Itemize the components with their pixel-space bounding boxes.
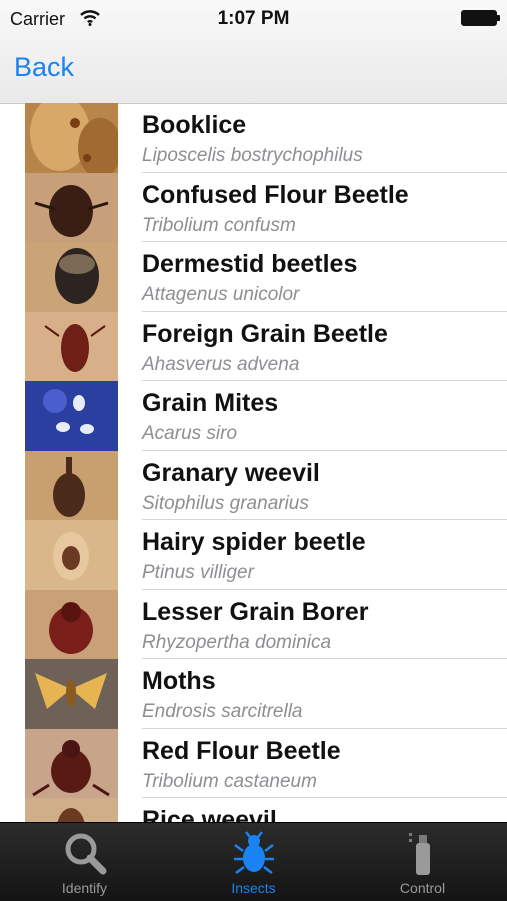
bug-icon bbox=[233, 831, 274, 874]
insect-thumbnail bbox=[25, 103, 118, 173]
spray-can-icon bbox=[408, 833, 430, 875]
list-item[interactable]: Granary weevil Sitophilus granarius bbox=[0, 450, 507, 520]
insect-latin-name: Tribolium castaneum bbox=[142, 770, 317, 792]
insect-name: Red Flour Beetle bbox=[142, 736, 341, 765]
tab-control[interactable]: Control bbox=[338, 823, 507, 901]
navigation-bar: Carrier 1:07 PM Back bbox=[0, 0, 507, 104]
insect-name: Booklice bbox=[142, 111, 247, 139]
insect-name: Granary weevil bbox=[142, 458, 320, 487]
list-item[interactable]: Hairy spider beetle Ptinus villiger bbox=[0, 520, 507, 590]
insect-thumbnail bbox=[25, 311, 118, 381]
insect-latin-name: Tribolium confusm bbox=[142, 214, 296, 236]
tab-insects[interactable]: Insects bbox=[169, 823, 338, 901]
battery-icon bbox=[461, 10, 500, 26]
list-item[interactable]: Confused Flour Beetle Tribolium confusm bbox=[0, 172, 507, 242]
list-item[interactable]: Booklice Liposcelis bostrychophilus bbox=[0, 103, 507, 173]
list-item[interactable]: Rice weevil bbox=[0, 798, 507, 822]
list-item[interactable]: Foreign Grain Beetle Ahasverus advena bbox=[0, 311, 507, 381]
insect-latin-name: Acarus siro bbox=[142, 423, 238, 444]
insect-name: Confused Flour Beetle bbox=[142, 180, 409, 209]
insect-thumbnail bbox=[25, 450, 118, 520]
tab-bar: Identify Insects Control bbox=[0, 822, 507, 901]
insect-thumbnail bbox=[25, 520, 118, 590]
status-bar: Carrier 1:07 PM bbox=[0, 0, 507, 36]
insect-name: Dermestid beetles bbox=[142, 250, 358, 278]
insect-latin-name: Ptinus villiger bbox=[142, 562, 254, 583]
insect-name: Rice weevil bbox=[142, 806, 277, 822]
back-button[interactable]: Back bbox=[14, 52, 74, 83]
insect-name: Hairy spider beetle bbox=[142, 528, 366, 556]
tab-identify[interactable]: Identify bbox=[0, 823, 169, 901]
insect-thumbnail bbox=[25, 172, 118, 242]
status-time: 1:07 PM bbox=[217, 8, 290, 29]
insect-thumbnail bbox=[25, 381, 118, 451]
list-item[interactable]: Red Flour Beetle Tribolium castaneum bbox=[0, 728, 507, 798]
insect-latin-name: Liposcelis bostrychophilus bbox=[142, 145, 363, 166]
insect-name: Grain Mites bbox=[142, 389, 279, 417]
insect-latin-name: Sitophilus granarius bbox=[142, 492, 309, 514]
tab-label: Control bbox=[399, 880, 446, 896]
insect-latin-name: Rhyzopertha dominica bbox=[142, 631, 332, 653]
insect-name: Foreign Grain Beetle bbox=[142, 319, 388, 348]
insect-latin-name: Endrosis sarcitrella bbox=[142, 701, 303, 722]
insect-name: Moths bbox=[142, 667, 216, 695]
list-item[interactable]: Grain Mites Acarus siro bbox=[0, 381, 507, 451]
insect-latin-name: Attagenus unicolor bbox=[142, 284, 300, 305]
search-icon bbox=[65, 833, 106, 875]
tab-label: Identify bbox=[61, 880, 108, 896]
insect-list: Booklice Liposcelis bostrychophilus Conf… bbox=[0, 103, 507, 822]
list-item[interactable]: Dermestid beetles Attagenus unicolor bbox=[0, 242, 507, 312]
insect-thumbnail bbox=[25, 728, 118, 798]
list-item[interactable]: Moths Endrosis sarcitrella bbox=[0, 659, 507, 729]
insect-latin-name: Ahasverus advena bbox=[142, 353, 300, 375]
tab-label: Insects bbox=[231, 880, 276, 896]
insect-thumbnail bbox=[25, 589, 118, 659]
insect-thumbnail bbox=[25, 798, 118, 822]
insect-thumbnail bbox=[25, 659, 118, 729]
insect-name: Lesser Grain Borer bbox=[142, 597, 369, 626]
insect-thumbnail bbox=[25, 242, 118, 312]
list-item[interactable]: Lesser Grain Borer Rhyzopertha dominica bbox=[0, 589, 507, 659]
